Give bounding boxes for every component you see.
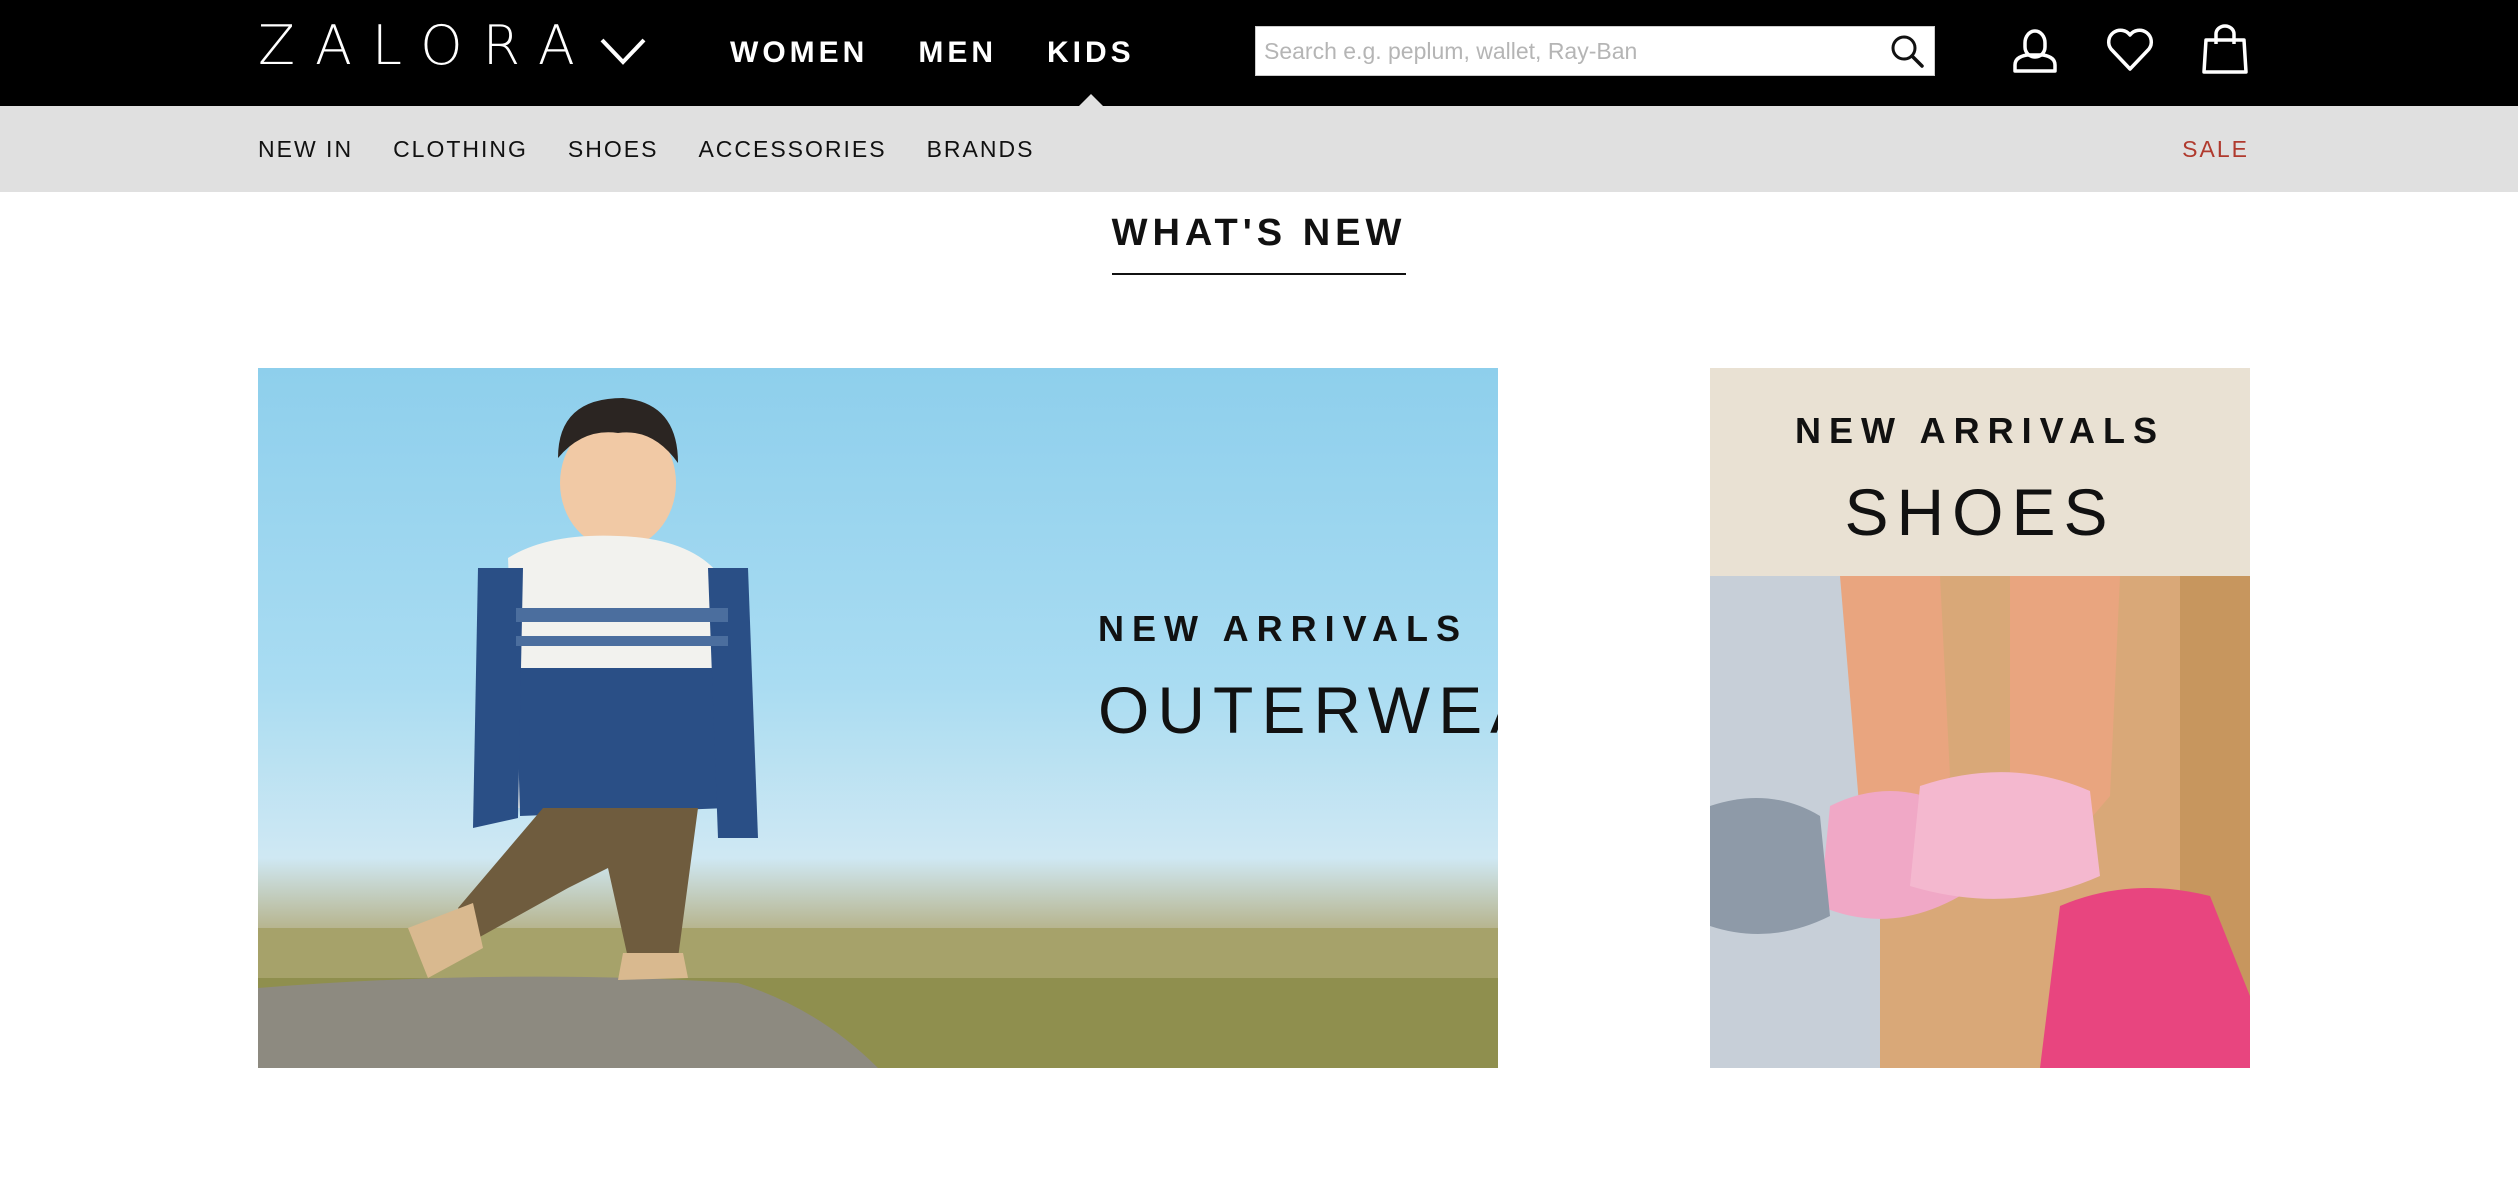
shoes-banner[interactable]: NEW ARRIVALS SHOES <box>1710 368 2250 1068</box>
shoes-kicker: NEW ARRIVALS <box>1795 410 2165 451</box>
outerwear-caption: NEW ARRIVALS OUTERWEAR <box>1098 608 1498 748</box>
category-new-in[interactable]: NEW IN <box>258 136 353 163</box>
whats-new-title: WHAT'S NEW <box>1111 212 1407 275</box>
tab-women[interactable]: WOMEN <box>730 36 868 70</box>
shoes-headline: SHOES <box>1844 475 2116 549</box>
shopping-bag-icon[interactable] <box>2195 20 2255 80</box>
section-heading: WHAT'S NEW <box>0 212 2518 275</box>
tab-kids[interactable]: KIDS <box>1047 36 1135 70</box>
tab-men[interactable]: MEN <box>918 36 997 70</box>
gender-nav: WOMEN MEN KIDS <box>730 0 1185 106</box>
category-bar: NEW IN CLOTHING SHOES ACCESSORIES BRANDS… <box>0 106 2518 192</box>
category-nav: NEW IN CLOTHING SHOES ACCESSORIES BRANDS <box>258 106 1074 192</box>
top-header: ZALORA WOMEN MEN KIDS <box>0 0 2518 106</box>
search-icon[interactable] <box>1880 28 1934 74</box>
header-icons <box>2005 20 2290 80</box>
outerwear-headline: OUTERWEAR <box>1098 673 1498 747</box>
category-clothing[interactable]: CLOTHING <box>393 136 528 163</box>
shoes-photo <box>1710 576 2250 1068</box>
search-input[interactable] <box>1256 28 1880 74</box>
category-shoes[interactable]: SHOES <box>568 136 659 163</box>
category-accessories[interactable]: ACCESSORIES <box>698 136 886 163</box>
heart-icon[interactable] <box>2100 20 2160 80</box>
sale-link[interactable]: SALE <box>2182 106 2249 192</box>
chevron-down-icon[interactable] <box>598 30 648 70</box>
account-icon[interactable] <box>2005 20 2065 80</box>
shoes-caption: NEW ARRIVALS SHOES <box>1710 410 2250 550</box>
zalora-logo[interactable]: ZALORA <box>258 16 595 76</box>
search-box <box>1255 26 1935 76</box>
outerwear-kicker: NEW ARRIVALS <box>1098 608 1468 649</box>
outerwear-banner[interactable]: NEW ARRIVALS OUTERWEAR <box>258 368 1498 1068</box>
category-brands[interactable]: BRANDS <box>927 136 1035 163</box>
